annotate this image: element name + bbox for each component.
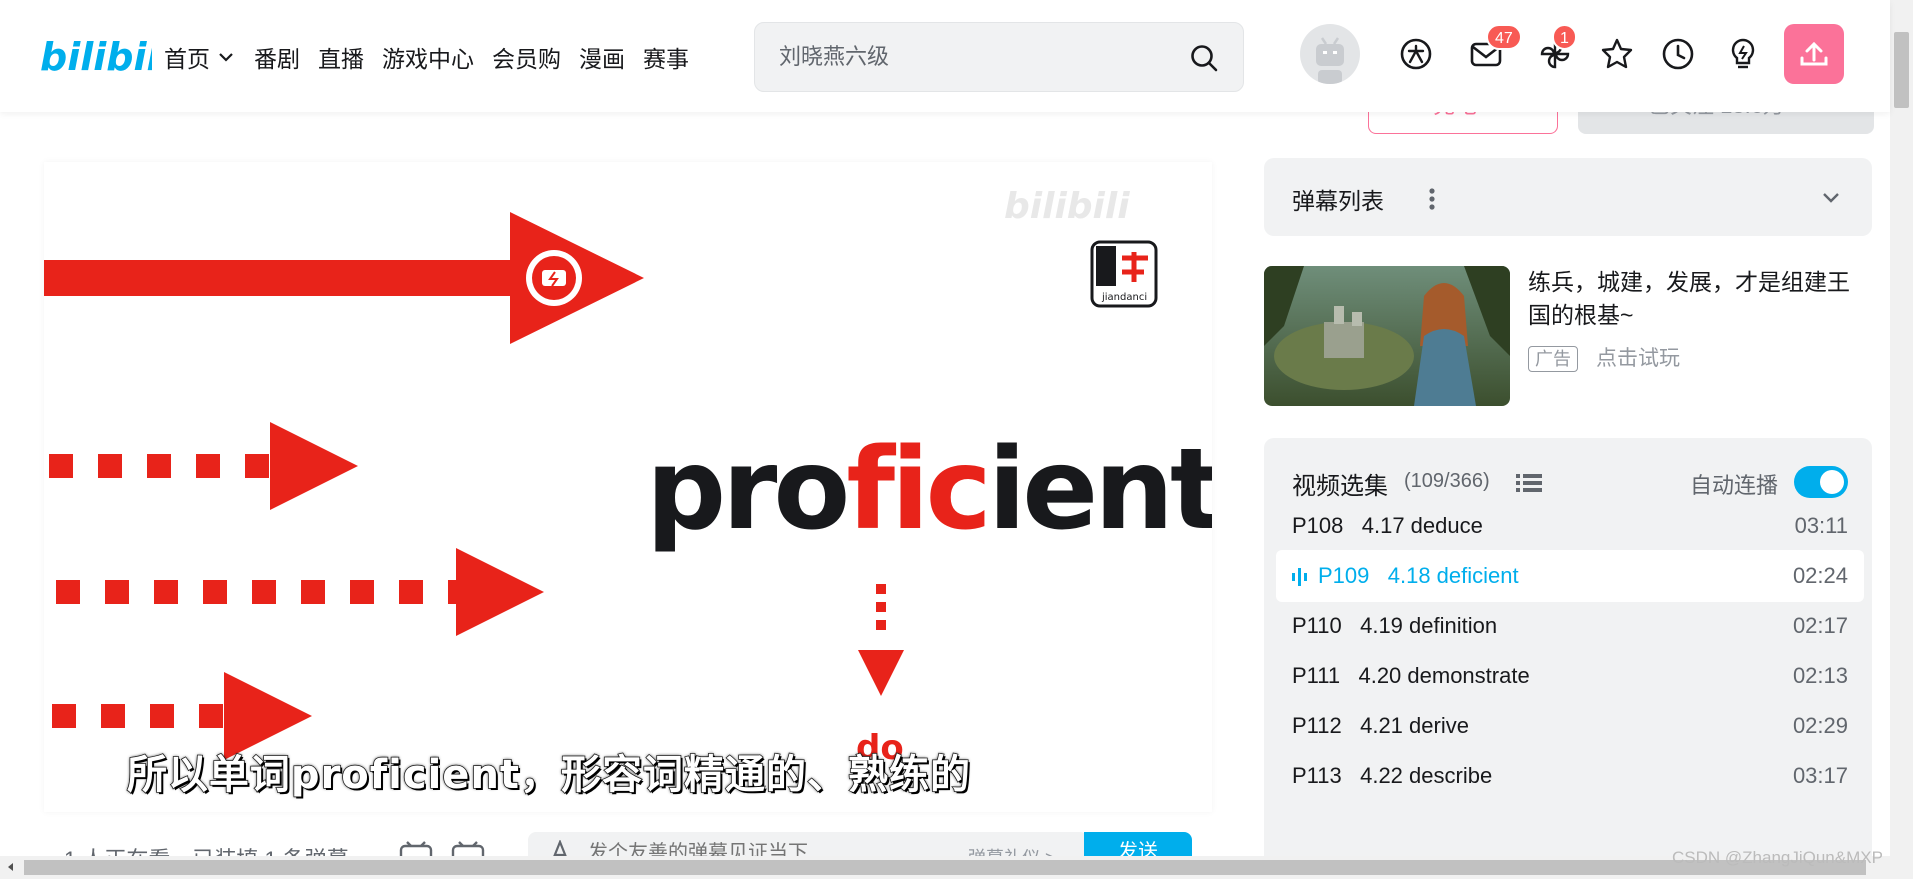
vip-icon[interactable] bbox=[1398, 36, 1434, 72]
avatar[interactable] bbox=[1300, 24, 1360, 84]
solid-arrow-shaft bbox=[44, 260, 514, 296]
horizontal-scrollbar[interactable] bbox=[0, 856, 1890, 879]
lightbulb-creation-icon[interactable] bbox=[1725, 36, 1761, 72]
ad-card[interactable]: 练兵，城建，发展，才是组建王国的根基~ 广告 点击试玩 bbox=[1264, 266, 1872, 408]
playlist-item-p113[interactable]: P113 4.22 describe 03:17 bbox=[1276, 750, 1864, 802]
nav-home-label: 首页 bbox=[164, 46, 210, 72]
chevron-down-icon bbox=[219, 53, 233, 62]
nav-anime-label: 番剧 bbox=[254, 46, 300, 72]
danmaku-list-title: 弹幕列表 bbox=[1292, 188, 1384, 214]
scroll-left-arrow-icon[interactable] bbox=[6, 862, 16, 872]
nav-game-center-label: 游戏中心 bbox=[382, 46, 474, 72]
episode-duration: 02:29 bbox=[1792, 713, 1848, 738]
nav-live-label: 直播 bbox=[318, 46, 364, 72]
list-view-icon[interactable] bbox=[1516, 472, 1542, 494]
bilibili-logo[interactable]: bilibili bbox=[40, 26, 152, 82]
ad-title: 练兵，城建，发展，才是组建王国的根基~ bbox=[1528, 269, 1850, 328]
bilibili-watermark: bilibili bbox=[1004, 186, 1130, 227]
upload-button[interactable] bbox=[1784, 24, 1844, 84]
episode-label: P111 4.20 demonstrate bbox=[1292, 663, 1530, 688]
ad-cta-link[interactable]: 点击试玩 bbox=[1596, 346, 1680, 372]
autoplay-toggle[interactable] bbox=[1794, 466, 1848, 498]
playlist-item-p112[interactable]: P112 4.21 derive 02:29 bbox=[1276, 700, 1864, 752]
vertical-scroll-thumb[interactable] bbox=[1894, 32, 1909, 108]
dynamics-badge: 1 bbox=[1552, 24, 1577, 50]
ad-thumbnail bbox=[1264, 266, 1510, 406]
nav-anime[interactable]: 番剧 bbox=[254, 40, 300, 74]
episode-duration: 03:11 bbox=[1794, 513, 1848, 538]
top-header: bilibili 首页 番剧 直播 游戏中心 会员购 漫画 赛事 bbox=[0, 0, 1890, 112]
now-playing-icon bbox=[1292, 568, 1307, 586]
ad-tag: 广告 bbox=[1528, 346, 1578, 372]
dashed-arrow-2 bbox=[56, 548, 544, 636]
episode-duration: 02:24 bbox=[1792, 563, 1848, 588]
nav-game-center[interactable]: 游戏中心 bbox=[382, 40, 474, 74]
playlist-item-p109[interactable]: P109 4.18 deficient 02:24 bbox=[1276, 550, 1864, 602]
search-icon[interactable] bbox=[1189, 43, 1219, 73]
more-vertical-icon[interactable] bbox=[1426, 184, 1438, 214]
dashed-down-arrow bbox=[858, 584, 904, 696]
main-nav: 首页 番剧 直播 游戏中心 会员购 漫画 赛事 bbox=[164, 40, 707, 74]
toggle-knob bbox=[1820, 470, 1844, 494]
nav-esports[interactable]: 赛事 bbox=[643, 40, 689, 74]
vocab-word: proficient bbox=[646, 425, 1212, 555]
star-favorites-icon[interactable] bbox=[1599, 36, 1635, 72]
ad-image bbox=[1264, 266, 1510, 406]
playlist-item-p110[interactable]: P110 4.19 definition 02:17 bbox=[1276, 600, 1864, 652]
episode-label: P110 4.19 definition bbox=[1292, 613, 1498, 638]
csdn-watermark: CSDN @ZhangJiQun&MXP bbox=[1672, 848, 1883, 867]
episode-label: P109 4.18 deficient bbox=[1318, 563, 1519, 588]
nav-home[interactable]: 首页 bbox=[164, 40, 236, 74]
search-input[interactable] bbox=[779, 23, 1179, 91]
autoplay-label: 自动连播 bbox=[1690, 473, 1779, 498]
channel-logo: jiandanci bbox=[1090, 240, 1158, 308]
episode-label: P112 4.21 derive bbox=[1292, 713, 1469, 738]
episode-duration: 02:17 bbox=[1792, 613, 1848, 638]
upload-icon bbox=[1800, 41, 1828, 66]
video-playlist: 视频选集 (109/366) 自动连播 P108 4.17 deduce 03:… bbox=[1264, 438, 1872, 879]
logo-text: bilibili bbox=[40, 35, 152, 79]
danmaku-list-panel[interactable]: 弹幕列表 bbox=[1264, 158, 1872, 236]
playlist-item-p111[interactable]: P111 4.20 demonstrate 02:13 bbox=[1276, 650, 1864, 702]
nav-member-shop[interactable]: 会员购 bbox=[492, 40, 561, 74]
search-box bbox=[754, 22, 1244, 92]
nav-live[interactable]: 直播 bbox=[318, 40, 364, 74]
messages-badge: 47 bbox=[1486, 24, 1522, 50]
history-clock-icon[interactable] bbox=[1660, 36, 1696, 72]
episode-duration: 02:13 bbox=[1792, 663, 1848, 688]
horizontal-scroll-thumb[interactable] bbox=[24, 860, 1866, 875]
chevron-down-icon[interactable] bbox=[1820, 186, 1842, 208]
playlist-item-p108[interactable]: P108 4.17 deduce 03:11 bbox=[1276, 500, 1864, 552]
default-avatar-icon bbox=[1316, 37, 1344, 84]
vertical-scrollbar[interactable] bbox=[1890, 0, 1913, 879]
video-player[interactable]: proficient do bilibili jiandanci 所以单词pro… bbox=[44, 162, 1212, 812]
playlist-title: 视频选集 bbox=[1292, 473, 1388, 500]
episode-duration: 03:17 bbox=[1792, 763, 1848, 788]
episode-label: P108 4.17 deduce bbox=[1292, 513, 1483, 538]
nav-esports-label: 赛事 bbox=[643, 46, 689, 72]
nav-manga[interactable]: 漫画 bbox=[579, 40, 625, 74]
nav-member-shop-label: 会员购 bbox=[492, 46, 561, 72]
episode-label: P113 4.22 describe bbox=[1292, 763, 1493, 788]
svg-text:jiandanci: jiandanci bbox=[1101, 292, 1147, 303]
video-frame: proficient do bilibili jiandanci bbox=[44, 186, 1212, 768]
dashed-arrow-1 bbox=[49, 422, 358, 510]
nav-manga-label: 漫画 bbox=[579, 46, 625, 72]
playlist-count: (109/366) bbox=[1404, 470, 1490, 492]
video-subtitle: 所以单词proficient，形容词精通的、熟练的 bbox=[126, 751, 972, 799]
page: bilibili 首页 番剧 直播 游戏中心 会员购 漫画 赛事 bbox=[0, 0, 1913, 879]
